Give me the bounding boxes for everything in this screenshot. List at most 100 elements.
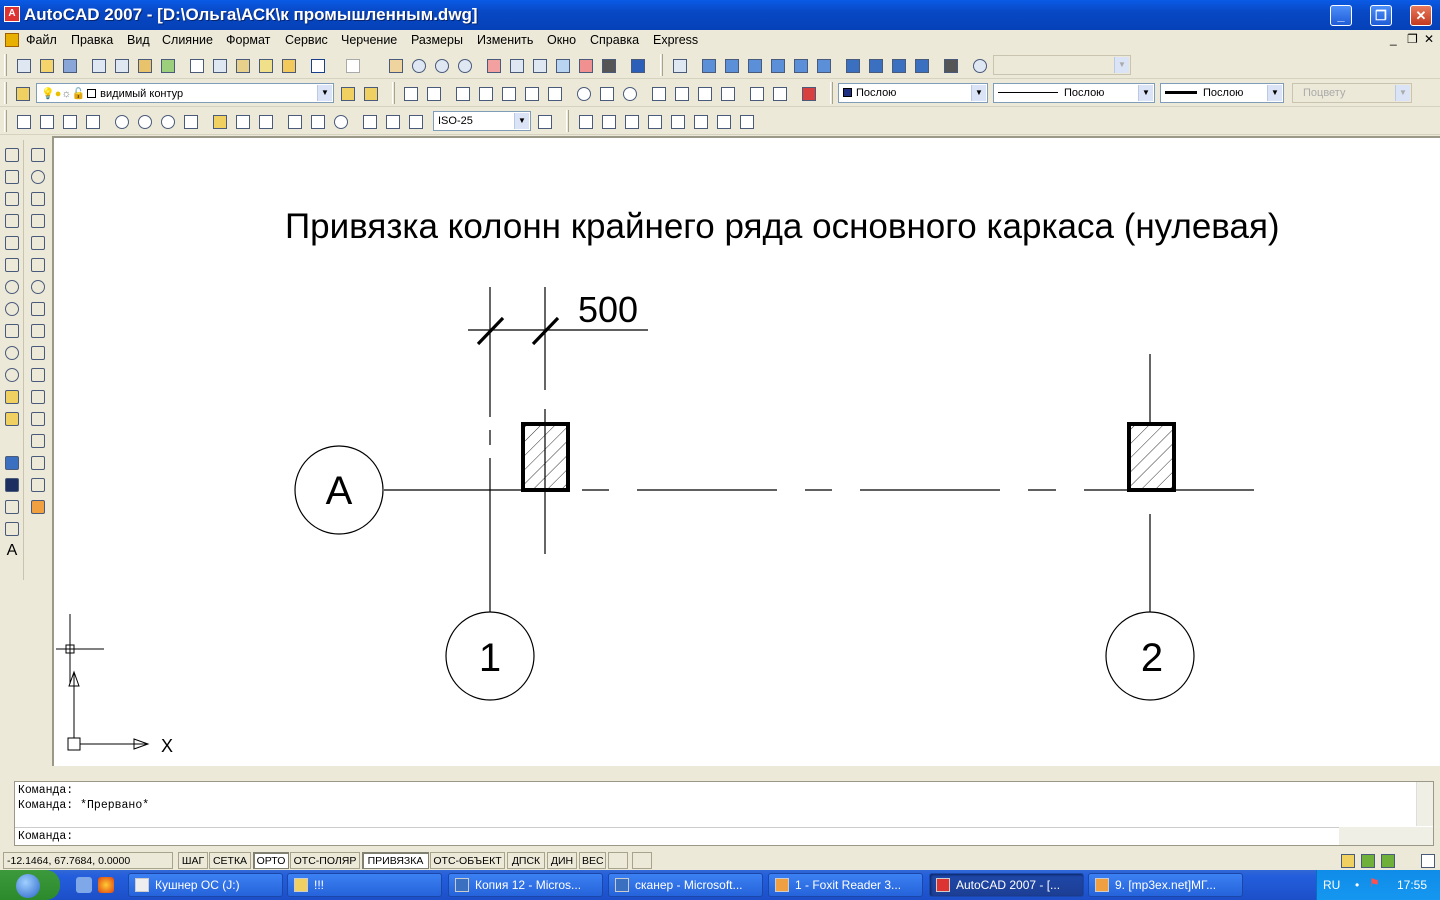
linetype-dropdown[interactable]: Послою ▼	[993, 83, 1155, 103]
task-button[interactable]: !!!	[287, 873, 442, 897]
snap-node-icon[interactable]	[718, 84, 736, 102]
ne-iso-icon[interactable]	[889, 56, 907, 74]
task-button[interactable]: 1 - Foxit Reader 3...	[768, 873, 923, 897]
clean-screen-icon[interactable]	[1418, 851, 1436, 869]
edit-text-icon[interactable]	[622, 112, 640, 130]
lineweight-toggle[interactable]: ВЕС	[579, 852, 606, 869]
toolbar-grip[interactable]	[660, 54, 663, 76]
menu-file[interactable]: Файл	[26, 33, 57, 47]
snap-line-icon[interactable]	[545, 84, 563, 102]
front-view-icon[interactable]	[791, 56, 809, 74]
rectangle-icon[interactable]	[3, 234, 21, 252]
ellipse-arc-icon[interactable]	[3, 366, 21, 384]
redo-icon[interactable]	[343, 56, 361, 74]
design-center-icon[interactable]	[507, 56, 525, 74]
firefox-icon[interactable]	[98, 877, 114, 893]
dim-ordinate-icon[interactable]	[83, 112, 101, 130]
fillet-icon[interactable]	[29, 476, 47, 494]
insert-block-icon[interactable]	[3, 388, 21, 406]
maximize-viewport-icon[interactable]	[632, 852, 652, 869]
multiline-text-icon[interactable]: A	[3, 542, 21, 560]
offset-icon[interactable]	[29, 212, 47, 230]
zoom-realtime-icon[interactable]	[409, 56, 427, 74]
dim-arc-icon[interactable]	[60, 112, 78, 130]
find-text-icon[interactable]	[645, 112, 663, 130]
mtext-icon[interactable]	[576, 112, 594, 130]
se-iso-icon[interactable]	[866, 56, 884, 74]
rotate-icon[interactable]	[29, 278, 47, 296]
dim-text-edit-icon[interactable]	[383, 112, 401, 130]
doc-close-button[interactable]: ✕	[1424, 32, 1434, 46]
calculator-icon[interactable]	[599, 56, 617, 74]
menu-modify[interactable]: Изменить	[477, 33, 533, 47]
undo-icon[interactable]	[308, 56, 326, 74]
table-icon[interactable]	[3, 520, 21, 538]
grid-toggle[interactable]: СЕТКА	[209, 852, 251, 869]
hatch-icon[interactable]	[3, 454, 21, 472]
menu-window[interactable]: Окно	[547, 33, 576, 47]
dim-linear-icon[interactable]	[14, 112, 32, 130]
dim-update-icon[interactable]	[406, 112, 424, 130]
justify-text-icon[interactable]	[714, 112, 732, 130]
language-indicator[interactable]: RU	[1323, 878, 1340, 892]
extend-icon[interactable]	[29, 366, 47, 384]
layer-dropdown[interactable]: 💡●☼🔓 видимый контур ▼	[36, 83, 334, 103]
save-icon[interactable]	[60, 56, 78, 74]
stretch-icon[interactable]	[29, 322, 47, 340]
tool-palettes-icon[interactable]	[530, 56, 548, 74]
command-input[interactable]: Команда:	[15, 827, 1339, 845]
layer-manager-icon[interactable]	[13, 84, 31, 102]
toolbar-grip[interactable]	[566, 110, 569, 132]
quick-dim-icon[interactable]	[210, 112, 228, 130]
match-properties-icon[interactable]	[256, 56, 274, 74]
named-views-icon[interactable]	[670, 56, 688, 74]
ellipse-icon[interactable]	[3, 344, 21, 362]
scale-text-icon[interactable]	[691, 112, 709, 130]
osnap-settings-icon[interactable]	[799, 84, 817, 102]
snap-intersection-icon[interactable]	[476, 84, 494, 102]
document-icon[interactable]	[5, 33, 19, 47]
snap-tangent-icon[interactable]	[620, 84, 638, 102]
bottom-view-icon[interactable]	[722, 56, 740, 74]
plot-icon[interactable]	[89, 56, 107, 74]
toolbar-lock-icon[interactable]	[1338, 851, 1356, 869]
autocad-icon[interactable]: A	[4, 6, 20, 22]
task-button[interactable]: AutoCAD 2007 - [...	[929, 873, 1084, 897]
snap-extension-icon[interactable]	[522, 84, 540, 102]
snap-none-icon[interactable]	[770, 84, 788, 102]
ducs-toggle[interactable]: ДПСК	[507, 852, 545, 869]
workspace-icon[interactable]	[970, 56, 988, 74]
osnap-toggle[interactable]: ПРИВЯЗКА	[362, 852, 429, 869]
coordinates-display[interactable]: -12.1464, 67.7684, 0.0000	[3, 852, 173, 869]
menu-help[interactable]: Справка	[590, 33, 639, 47]
sheet-set-icon[interactable]	[553, 56, 571, 74]
block-editor-icon[interactable]	[279, 56, 297, 74]
polygon-icon[interactable]	[3, 212, 21, 230]
dim-aligned-icon[interactable]	[37, 112, 55, 130]
dim-angular-icon[interactable]	[181, 112, 199, 130]
sw-iso-icon[interactable]	[843, 56, 861, 74]
snap-center-icon[interactable]	[574, 84, 592, 102]
menu-edit[interactable]: Правка	[71, 33, 113, 47]
doc-restore-button[interactable]: ❐	[1407, 32, 1418, 46]
cut-icon[interactable]	[187, 56, 205, 74]
dtext-icon[interactable]	[599, 112, 617, 130]
break-at-point-icon[interactable]	[29, 388, 47, 406]
task-button[interactable]: сканер - Microsoft...	[608, 873, 763, 897]
command-scrollbar[interactable]	[1416, 782, 1433, 826]
menu-tools[interactable]: Сервис	[285, 33, 328, 47]
arc-icon[interactable]	[3, 256, 21, 274]
trim-icon[interactable]	[29, 344, 47, 362]
menu-merge[interactable]: Слияние	[162, 33, 213, 47]
dim-radius-icon[interactable]	[112, 112, 130, 130]
copy-object-icon[interactable]	[29, 168, 47, 186]
snap-perpendicular-icon[interactable]	[649, 84, 667, 102]
line-icon[interactable]	[3, 146, 21, 164]
dimstyle-dropdown[interactable]: ISO-25 ▼	[433, 111, 531, 131]
move-icon[interactable]	[29, 256, 47, 274]
tolerance-icon[interactable]	[308, 112, 326, 130]
start-button[interactable]	[0, 870, 60, 900]
task-button[interactable]: Кушнер ОС (J:)	[128, 873, 283, 897]
network-icon[interactable]: •	[1355, 878, 1359, 892]
dim-jogged-icon[interactable]	[135, 112, 153, 130]
